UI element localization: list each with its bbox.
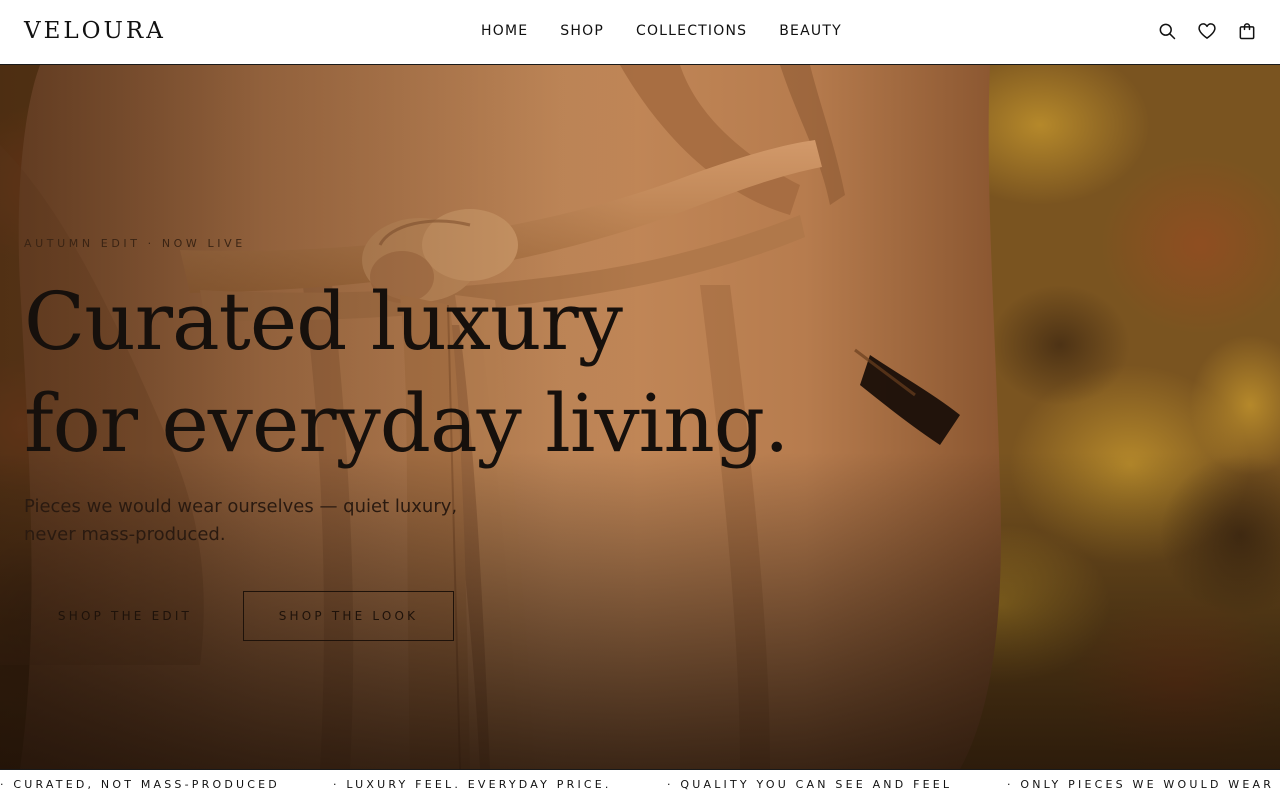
search-icon[interactable] (1156, 20, 1178, 42)
hero-content: AUTUMN EDIT · NOW LIVE Curated luxury fo… (24, 65, 824, 769)
hero-section: AUTUMN EDIT · NOW LIVE Curated luxury fo… (0, 65, 1280, 769)
hero-headline: Curated luxury for everyday living. (24, 271, 789, 475)
brand-logo[interactable]: VELOURA (24, 16, 166, 46)
shopping-bag-icon[interactable] (1236, 20, 1258, 42)
marquee-item: · LUXURY FEEL. EVERYDAY PRICE. (333, 778, 612, 791)
header-actions (1156, 20, 1258, 42)
site-header: VELOURA HOME SHOP COLLECTIONS BEAUTY (0, 0, 1280, 65)
hero-headline-line2: for everyday living. (24, 377, 789, 470)
nav-shop[interactable]: SHOP (560, 21, 604, 41)
heart-icon[interactable] (1196, 20, 1218, 42)
shop-the-edit-button[interactable]: SHOP THE EDIT (24, 591, 226, 641)
nav-collections[interactable]: COLLECTIONS (636, 21, 747, 41)
marquee-item: · QUALITY YOU CAN SEE AND FEEL (667, 778, 953, 791)
hero-subtext: Pieces we would wear ourselves — quiet l… (24, 496, 458, 545)
nav-home[interactable]: HOME (481, 21, 528, 41)
shop-the-look-button[interactable]: SHOP THE LOOK (243, 591, 454, 641)
hero-eyebrow: AUTUMN EDIT · NOW LIVE (24, 237, 246, 250)
hero-headline-line1: Curated luxury (24, 275, 623, 368)
nav-beauty[interactable]: BEAUTY (779, 21, 842, 41)
value-marquee: · CURATED, NOT MASS-PRODUCED · LUXURY FE… (0, 769, 1280, 800)
main-nav: HOME SHOP COLLECTIONS BEAUTY (481, 21, 842, 41)
marquee-item: · CURATED, NOT MASS-PRODUCED (0, 778, 280, 791)
marquee-item: · ONLY PIECES WE WOULD WEAR OURSELVES (1007, 778, 1280, 791)
